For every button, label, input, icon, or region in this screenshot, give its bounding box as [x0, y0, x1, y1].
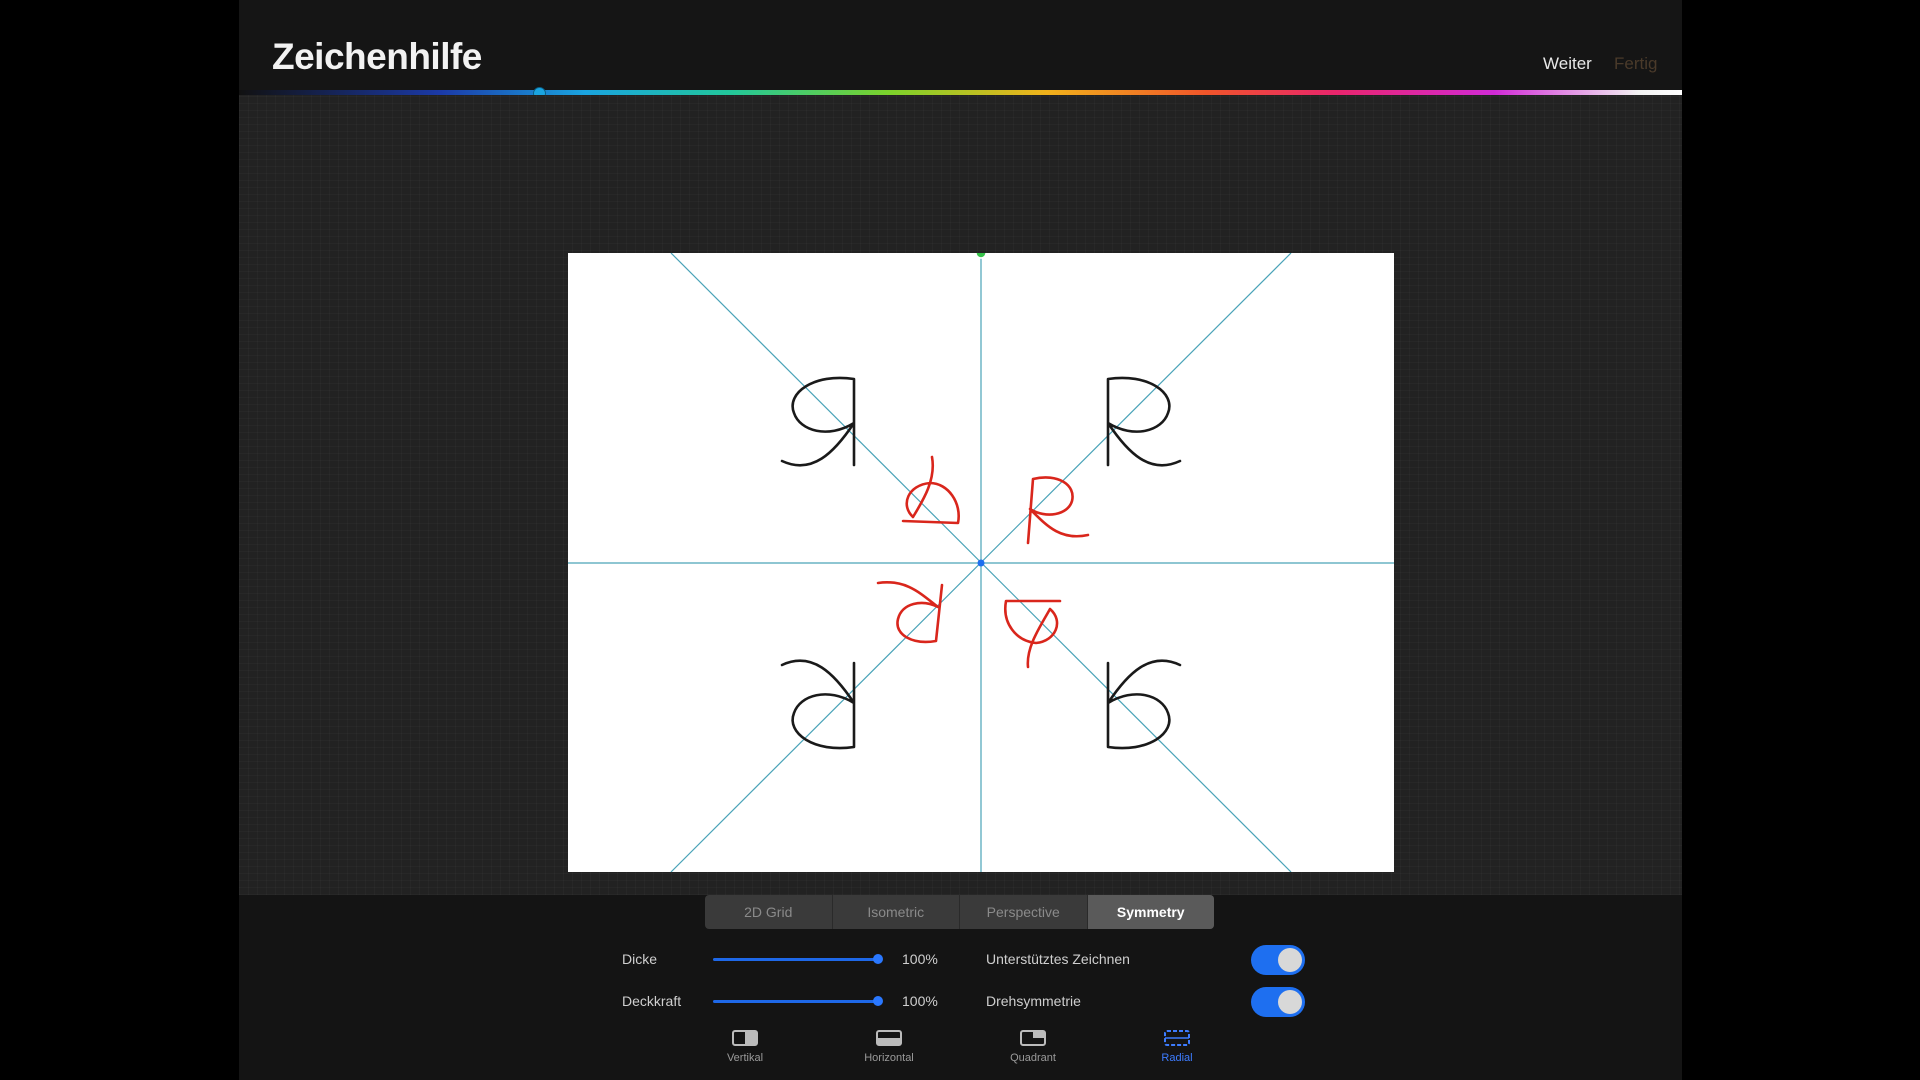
drawing-canvas[interactable] [568, 247, 1394, 873]
quadrant-icon [1020, 1030, 1046, 1046]
letter-stroke [780, 659, 856, 750]
assisted-drawing-toggle[interactable] [1251, 945, 1305, 975]
toggle-knob [1278, 990, 1302, 1014]
letter-stroke [1026, 476, 1090, 545]
mode-horizontal-label: Horizontal [864, 1052, 914, 1064]
rotation-handle[interactable] [975, 247, 987, 259]
mode-vertical-button[interactable]: Vertikal [700, 1020, 790, 1064]
opacity-row: Deckkraft 100% Drehsymmetrie [239, 984, 1682, 1018]
mode-vertical-label: Vertikal [726, 1052, 764, 1064]
symmetry-mode-bar: Vertikal Horizontal Quadrant Radial [239, 1020, 1682, 1080]
header: Zeichenhilfe Weiter Fertig [239, 0, 1682, 92]
letter-stroke [1106, 659, 1182, 750]
opacity-slider[interactable] [713, 996, 883, 1006]
symmetry-guide [568, 247, 1394, 873]
letter-stroke [1106, 376, 1182, 467]
mode-radial-button[interactable]: Radial [1132, 1020, 1222, 1064]
done-button[interactable]: Fertig [1614, 54, 1657, 74]
thickness-value: 100% [902, 951, 938, 967]
next-button[interactable]: Weiter [1543, 54, 1592, 74]
opacity-value: 100% [902, 993, 938, 1009]
center-point[interactable] [977, 559, 985, 567]
mode-quadrant-label: Quadrant [1010, 1052, 1056, 1064]
toggle-knob [1278, 948, 1302, 972]
assisted-drawing-label: Unterstütztes Zeichnen [986, 951, 1130, 967]
letter-stroke [780, 376, 856, 467]
tab-symmetry[interactable]: Symmetry [1087, 895, 1214, 929]
tab-isometric[interactable]: Isometric [833, 895, 960, 929]
thickness-slider[interactable] [713, 954, 883, 964]
mode-radial-label: Radial [1161, 1052, 1193, 1064]
thickness-row: Dicke 100% Unterstütztes Zeichnen [239, 942, 1682, 976]
app-window: Zeichenhilfe Weiter Fertig 2D Grid Isome… [239, 0, 1682, 1080]
page-title: Zeichenhilfe [272, 36, 482, 77]
thickness-slider-thumb[interactable] [873, 954, 883, 964]
mode-quadrant-button[interactable]: Quadrant [988, 1020, 1078, 1064]
vertical-icon [732, 1030, 758, 1046]
guide-type-tabs: 2D Grid Isometric Perspective Symmetry [705, 895, 1214, 929]
horizontal-icon [876, 1030, 902, 1046]
rotational-symmetry-label: Drehsymmetrie [986, 993, 1081, 1009]
tab-2d-grid[interactable]: 2D Grid [705, 895, 833, 929]
opacity-label: Deckkraft [622, 993, 682, 1009]
workspace [239, 95, 1682, 895]
thickness-label: Dicke [622, 951, 658, 967]
opacity-slider-thumb[interactable] [873, 996, 883, 1006]
tab-perspective[interactable]: Perspective [960, 895, 1088, 929]
mode-horizontal-button[interactable]: Horizontal [844, 1020, 934, 1064]
radial-icon [1164, 1030, 1190, 1046]
rotational-symmetry-toggle[interactable] [1251, 987, 1305, 1017]
